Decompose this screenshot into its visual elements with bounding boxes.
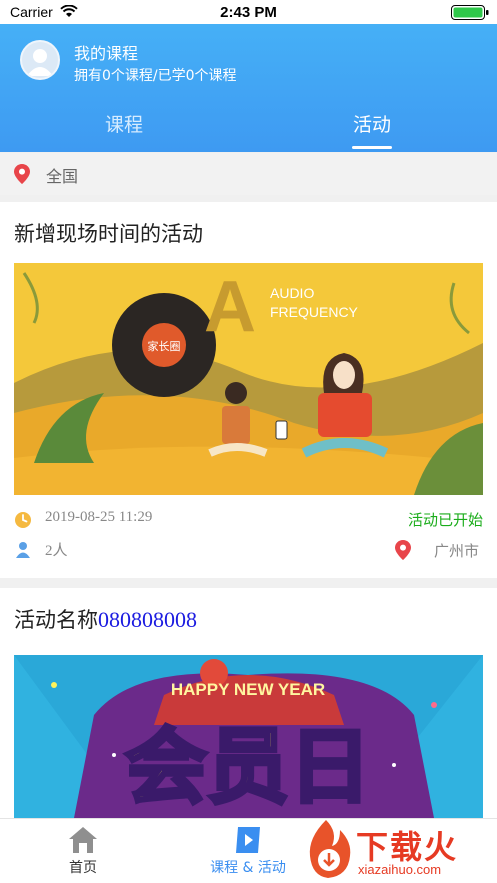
activity-card[interactable]: 新增现场时间的活动 家长圈 A AUDIO FREQUENCY 2019-08-… (0, 202, 497, 578)
tab-bar-top: 课程 活动 (0, 103, 497, 151)
location-filter[interactable]: 全国 (0, 153, 497, 195)
header: Carrier 2:43 PM 我的课程 拥有0个课程/已学0个课程 课程 活动 (0, 0, 497, 152)
profile-title: 我的课程 (74, 44, 139, 63)
activity-time-row: 2019-08-25 11:29 活动已开始 (14, 509, 483, 533)
audio-frequency-illustration: 家长圈 A AUDIO FREQUENCY (14, 263, 483, 495)
location-pin-icon (395, 540, 411, 560)
location-label: 全国 (46, 167, 79, 186)
status-bar: Carrier 2:43 PM (0, 0, 497, 24)
activity-title-prefix: 活动名称 (14, 608, 98, 632)
cover-badge-text: 家长圈 (148, 339, 181, 353)
tab-home[interactable]: 首页 (3, 819, 163, 883)
battery-icon (451, 5, 489, 20)
clock-icon (15, 512, 31, 528)
cover-big-text: 会员日 (125, 720, 371, 815)
activity-card[interactable]: 活动名称080808008 HAPPY NEW YEAR 会员日 (0, 588, 497, 818)
activity-datetime: 2019-08-25 11:29 (45, 509, 153, 525)
watermark: 下载火 xiazaihuo.com (296, 818, 496, 883)
home-icon (69, 827, 97, 853)
active-tab-indicator (352, 146, 392, 149)
person-icon (16, 542, 30, 558)
activity-title: 新增现场时间的活动 (14, 222, 203, 246)
activity-title: 活动名称080808008 (14, 604, 197, 634)
cover-banner: HAPPY NEW YEAR (171, 680, 325, 699)
video-course-icon (236, 827, 260, 853)
profile-subtitle: 拥有0个课程/已学0个课程 (74, 68, 237, 84)
tab-courses[interactable]: 课程 (0, 103, 248, 151)
member-day-illustration: HAPPY NEW YEAR 会员日 (14, 655, 483, 818)
activity-cover-image[interactable]: 家长圈 A AUDIO FREQUENCY (14, 263, 483, 495)
clock: 2:43 PM (220, 4, 277, 21)
cover-letter: A (204, 267, 256, 347)
cover-line1: AUDIO (270, 285, 314, 301)
cover-line2: FREQUENCY (270, 304, 359, 320)
activity-title-number: 080808008 (98, 607, 197, 632)
watermark-url: xiazaihuo.com (358, 862, 442, 877)
activity-status-badge: 活动已开始 (407, 511, 483, 529)
avatar[interactable] (20, 40, 60, 80)
activity-cover-image[interactable]: HAPPY NEW YEAR 会员日 (14, 655, 483, 818)
tab-home-label: 首页 (69, 860, 97, 876)
activity-attendees: 2人 (45, 543, 68, 559)
activity-attendee-row: 2人 广州市 (14, 539, 483, 563)
activity-city: 广州市 (433, 542, 479, 560)
location-pin-icon (14, 164, 30, 184)
tab-activities[interactable]: 活动 (248, 103, 496, 151)
flame-logo-icon (309, 820, 351, 878)
